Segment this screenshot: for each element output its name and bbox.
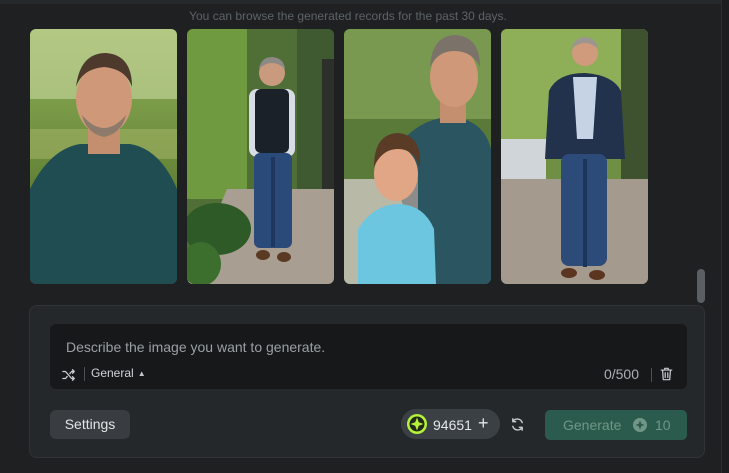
top-border	[0, 0, 721, 4]
shuffle-icon[interactable]	[62, 368, 76, 382]
history-hint: You can browse the generated records for…	[189, 9, 507, 23]
image-man-walking-vest	[187, 29, 334, 284]
credits-pill[interactable]: 94651 +	[401, 409, 500, 439]
image-man-with-boy	[344, 29, 491, 284]
divider	[84, 367, 85, 381]
prompt-input[interactable]	[64, 336, 668, 358]
credit-cost-icon	[633, 418, 647, 432]
generate-button[interactable]: Generate 10	[545, 410, 687, 440]
add-credits-icon[interactable]: +	[478, 413, 489, 433]
image-man-portrait	[30, 29, 177, 284]
result-image-4[interactable]	[501, 29, 648, 284]
settings-button[interactable]: Settings	[50, 410, 130, 439]
result-image-3[interactable]	[344, 29, 491, 284]
result-image-2[interactable]	[187, 29, 334, 284]
scrollbar-thumb[interactable]	[697, 269, 705, 303]
generate-cost: 10	[655, 417, 671, 433]
trash-icon[interactable]	[660, 367, 673, 381]
refresh-icon[interactable]	[510, 417, 525, 432]
divider	[651, 368, 652, 382]
generate-label: Generate	[563, 417, 622, 433]
mode-label: General	[91, 366, 134, 380]
app-frame: You can browse the generated records for…	[0, 0, 722, 473]
result-image-1[interactable]	[30, 29, 177, 284]
image-man-walking-blazer	[501, 29, 648, 284]
credit-coin-icon	[407, 414, 427, 434]
prompt-box: General▲ 0/500	[50, 324, 687, 389]
caret-up-icon: ▲	[137, 369, 146, 378]
credits-amount: 94651	[433, 417, 472, 433]
char-counter: 0/500	[603, 366, 639, 382]
mode-select[interactable]: General ▲	[91, 366, 146, 380]
compose-panel: General▲ 0/500 Settings 94651 + Generate	[29, 305, 705, 458]
